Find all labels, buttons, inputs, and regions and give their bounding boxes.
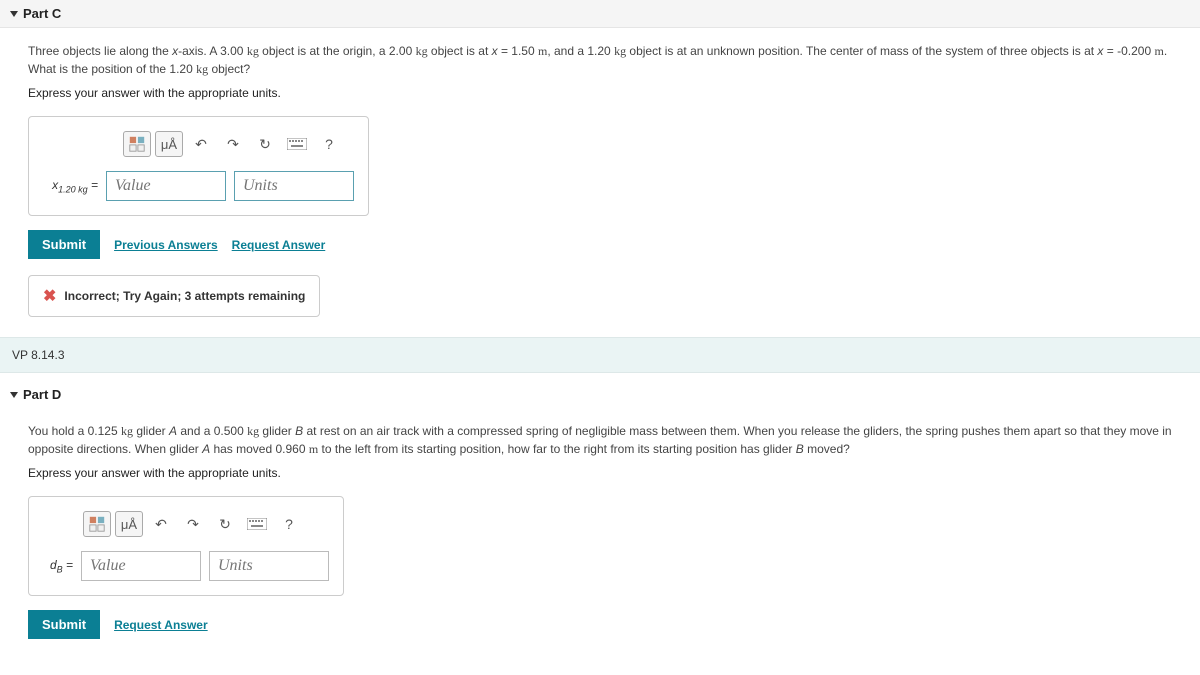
templates-icon[interactable] (123, 131, 151, 157)
previous-answers-link[interactable]: Previous Answers (114, 238, 218, 252)
submit-button[interactable]: Submit (28, 610, 100, 639)
feedback-box: ✖ Incorrect; Try Again; 3 attempts remai… (28, 275, 320, 317)
units-icon[interactable]: μÅ (115, 511, 143, 537)
reset-icon[interactable]: ↻ (251, 131, 279, 157)
submit-button[interactable]: Submit (28, 230, 100, 259)
reset-icon[interactable]: ↻ (211, 511, 239, 537)
units-input[interactable] (209, 551, 329, 581)
feedback-message: Incorrect; Try Again; 3 attempts remaini… (64, 289, 305, 303)
part-d-toolbar: μÅ ↶ ↷ ↻ ? (83, 511, 329, 537)
part-d-actions: Submit Request Answer (28, 610, 1172, 639)
units-icon[interactable]: μÅ (155, 131, 183, 157)
part-c-actions: Submit Previous Answers Request Answer (28, 230, 1172, 259)
help-icon[interactable]: ? (275, 511, 303, 537)
value-input[interactable] (106, 171, 226, 201)
part-d-input-row: dB = (43, 551, 329, 581)
request-answer-link[interactable]: Request Answer (114, 618, 208, 632)
part-d-title: Part D (23, 387, 61, 402)
page-container: Part C Three objects lie along the x-axi… (0, 0, 1200, 675)
part-c-input-row: x1.20 kg = (43, 171, 354, 201)
redo-icon[interactable]: ↷ (179, 511, 207, 537)
undo-icon[interactable]: ↶ (147, 511, 175, 537)
help-icon[interactable]: ? (315, 131, 343, 157)
part-c-body: Three objects lie along the x-axis. A 3.… (0, 28, 1200, 337)
incorrect-icon: ✖ (43, 286, 56, 306)
part-d-prompt: You hold a 0.125 kg glider A and a 0.500… (28, 422, 1172, 458)
part-c-header[interactable]: Part C (0, 0, 1200, 28)
part-c-instruction: Express your answer with the appropriate… (28, 86, 1172, 100)
part-c-prompt: Three objects lie along the x-axis. A 3.… (28, 42, 1172, 78)
part-c-title: Part C (23, 6, 61, 21)
keyboard-icon[interactable] (243, 511, 271, 537)
part-c-toolbar: μÅ ↶ ↷ ↻ ? (123, 131, 354, 157)
part-d-answer-box: μÅ ↶ ↷ ↻ ? dB = (28, 496, 344, 596)
part-d-instruction: Express your answer with the appropriate… (28, 466, 1172, 480)
vp-label: VP 8.14.3 (0, 337, 1200, 373)
part-c-answer-box: μÅ ↶ ↷ ↻ ? x1.20 kg = (28, 116, 369, 216)
keyboard-icon[interactable] (283, 131, 311, 157)
part-d-body: You hold a 0.125 kg glider A and a 0.500… (0, 408, 1200, 675)
request-answer-link[interactable]: Request Answer (232, 238, 326, 252)
undo-icon[interactable]: ↶ (187, 131, 215, 157)
units-input[interactable] (234, 171, 354, 201)
templates-icon[interactable] (83, 511, 111, 537)
chevron-down-icon (10, 11, 18, 17)
part-d-var-label: dB = (43, 558, 73, 574)
redo-icon[interactable]: ↷ (219, 131, 247, 157)
chevron-down-icon (10, 392, 18, 398)
part-d-header[interactable]: Part D (0, 373, 1200, 408)
part-c-var-label: x1.20 kg = (43, 178, 98, 194)
value-input[interactable] (81, 551, 201, 581)
